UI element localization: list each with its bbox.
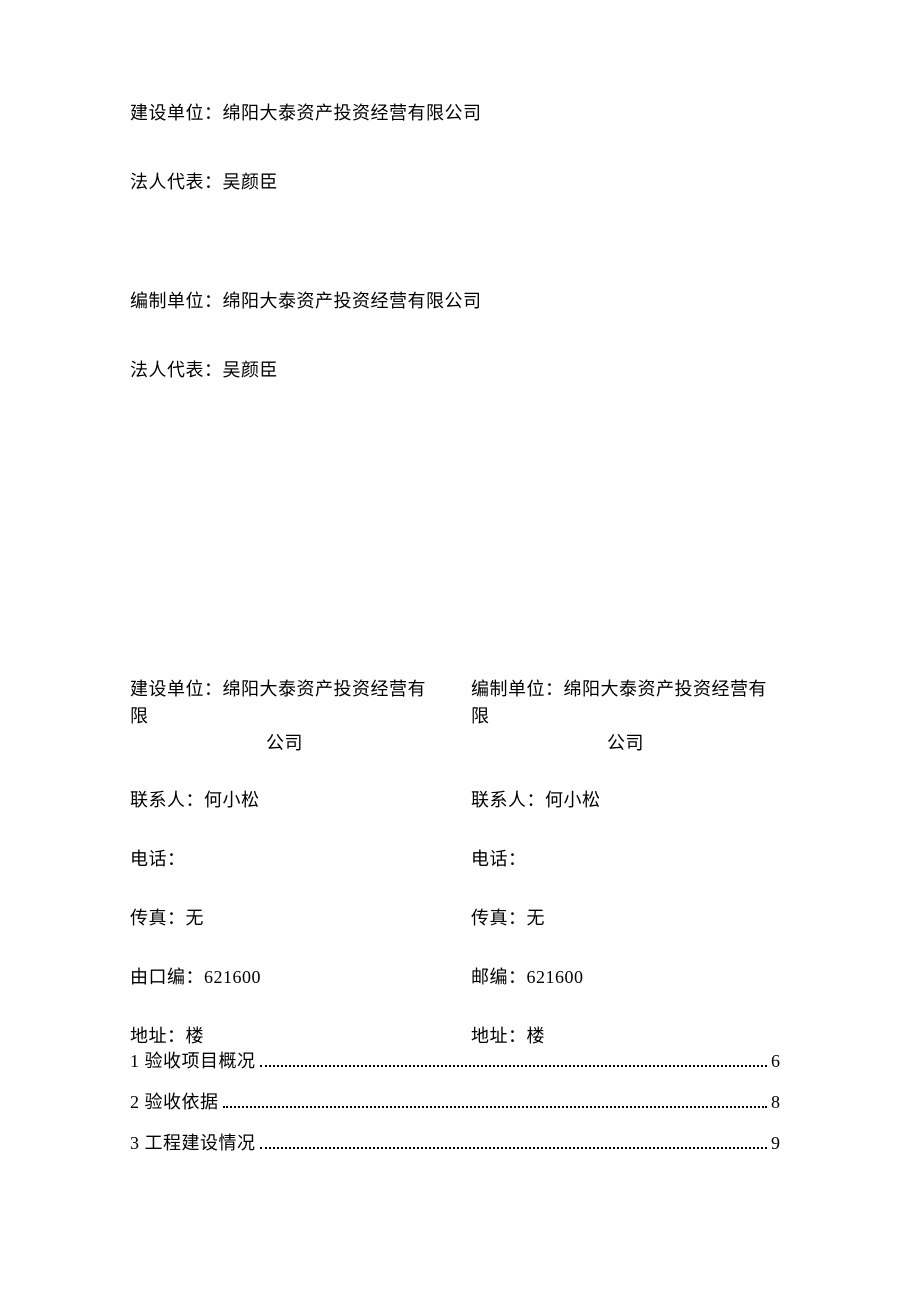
left-header: 建设单位：绵阳大泰资产投资经营有限 公司 bbox=[130, 676, 439, 757]
left-header-main: 建设单位：绵阳大泰资产投资经营有限 bbox=[130, 679, 426, 726]
left-postcode: 由口编：621600 bbox=[130, 964, 439, 991]
right-contact: 联系人：何小松 bbox=[471, 787, 780, 814]
left-phone: 电话： bbox=[130, 846, 439, 873]
toc-row: 3 工程建设情况 9 bbox=[130, 1130, 780, 1157]
right-header-sub: 公司 bbox=[471, 730, 780, 757]
left-fax: 传真：无 bbox=[130, 905, 439, 932]
document-page: 建设单位：绵阳大泰资产投资经营有限公司 法人代表：吴颜臣 编制单位：绵阳大泰资产… bbox=[0, 0, 920, 1301]
right-address: 地址：楼 bbox=[471, 1023, 780, 1050]
toc-label: 3 工程建设情况 bbox=[130, 1130, 256, 1157]
legal-rep-line-1: 法人代表：吴颜臣 bbox=[130, 169, 780, 196]
toc-page: 6 bbox=[771, 1048, 780, 1075]
toc-dots bbox=[223, 1095, 768, 1108]
left-address: 地址：楼 bbox=[130, 1023, 439, 1050]
toc-page: 9 bbox=[771, 1130, 780, 1157]
toc-label: 1 验收项目概况 bbox=[130, 1048, 256, 1075]
left-contact: 联系人：何小松 bbox=[130, 787, 439, 814]
right-fax: 传真：无 bbox=[471, 905, 780, 932]
table-of-contents: 1 验收项目概况 6 2 验收依据 8 3 工程建设情况 9 bbox=[130, 1048, 780, 1157]
legal-rep-line-2: 法人代表：吴颜臣 bbox=[130, 357, 780, 384]
right-phone: 电话： bbox=[471, 846, 780, 873]
compiling-unit-line: 编制单位：绵阳大泰资产投资经营有限公司 bbox=[130, 288, 780, 315]
contact-columns: 建设单位：绵阳大泰资产投资经营有限 公司 联系人：何小松 电话： 传真：无 由口… bbox=[130, 676, 780, 1060]
left-header-sub: 公司 bbox=[130, 730, 439, 757]
left-column: 建设单位：绵阳大泰资产投资经营有限 公司 联系人：何小松 电话： 传真：无 由口… bbox=[130, 676, 455, 1060]
toc-page: 8 bbox=[771, 1089, 780, 1116]
toc-label: 2 验收依据 bbox=[130, 1089, 219, 1116]
right-header: 编制单位：绵阳大泰资产投资经营有限 公司 bbox=[471, 676, 780, 757]
toc-dots bbox=[260, 1136, 768, 1149]
toc-dots bbox=[260, 1054, 768, 1067]
right-postcode: 邮编：621600 bbox=[471, 964, 780, 991]
toc-row: 2 验收依据 8 bbox=[130, 1089, 780, 1116]
right-header-main: 编制单位：绵阳大泰资产投资经营有限 bbox=[471, 679, 767, 726]
right-column: 编制单位：绵阳大泰资产投资经营有限 公司 联系人：何小松 电话： 传真：无 邮编… bbox=[455, 676, 780, 1060]
construction-unit-line: 建设单位：绵阳大泰资产投资经营有限公司 bbox=[130, 100, 780, 127]
